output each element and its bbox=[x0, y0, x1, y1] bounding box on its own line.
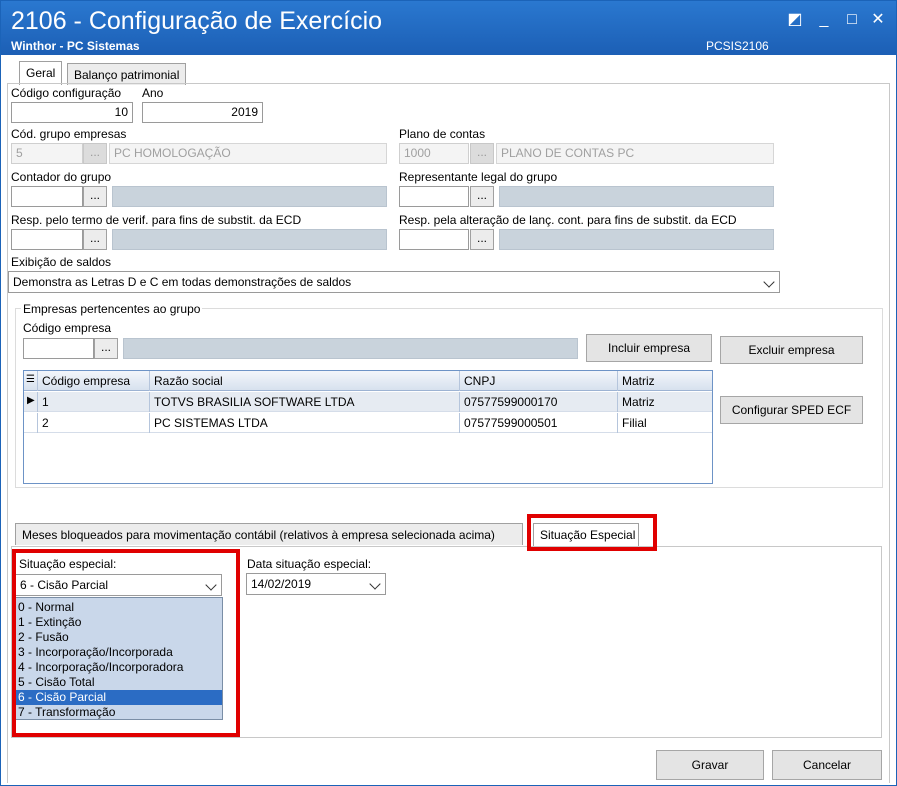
resp-alteracao-lookup-button[interactable]: ... bbox=[470, 229, 494, 250]
row-cnpj: 07577599000501 bbox=[460, 413, 618, 433]
codigo-config-label: Código configuração bbox=[11, 86, 122, 100]
grid-col-matriz[interactable]: Matriz bbox=[618, 371, 712, 391]
chevron-down-icon bbox=[369, 578, 381, 590]
exibicao-saldos-select[interactable]: Demonstra as Letras D e C em todas demon… bbox=[8, 271, 780, 293]
window-title: 2106 - Configuração de Exercício bbox=[11, 7, 383, 35]
resp-alteracao-input[interactable] bbox=[399, 229, 469, 250]
row-matriz: Matriz bbox=[622, 395, 655, 409]
grupo-empresas-code-input[interactable]: 5 bbox=[11, 143, 83, 164]
resp-termo-input[interactable] bbox=[11, 229, 83, 250]
grid-column-chooser-icon[interactable]: ☰ bbox=[24, 371, 38, 391]
data-situacao-value: 14/02/2019 bbox=[251, 577, 312, 591]
representante-legal-input[interactable] bbox=[399, 186, 469, 207]
close-icon[interactable]: ✕ bbox=[867, 9, 889, 31]
resp-termo-label: Resp. pelo termo de verif. para fins de … bbox=[11, 213, 302, 227]
codigo-empresa-name bbox=[123, 338, 578, 359]
maximize-icon[interactable]: □ bbox=[841, 9, 863, 31]
plano-contas-code-input[interactable]: 1000 bbox=[399, 143, 469, 164]
row-codigo: 1 bbox=[38, 392, 150, 412]
codigo-empresa-lookup-button[interactable]: ... bbox=[94, 338, 118, 359]
representante-legal-name bbox=[499, 186, 774, 207]
grupo-empresas-label: Cód. grupo empresas bbox=[11, 127, 127, 141]
contador-grupo-input[interactable] bbox=[11, 186, 83, 207]
row-razao: TOTVS BRASILIA SOFTWARE LTDA bbox=[150, 392, 460, 412]
cancelar-button[interactable]: Cancelar bbox=[772, 750, 882, 780]
exibicao-saldos-value: Demonstra as Letras D e C em todas demon… bbox=[13, 275, 352, 289]
grid-col-cnpj[interactable]: CNPJ bbox=[460, 371, 618, 391]
row-indicator-icon: ▶ bbox=[24, 392, 38, 412]
resp-alteracao-name bbox=[499, 229, 774, 250]
row-cnpj: 07577599000170 bbox=[460, 392, 618, 412]
contador-grupo-label: Contador do grupo bbox=[11, 170, 112, 184]
exibicao-saldos-label: Exibição de saldos bbox=[11, 255, 112, 269]
table-row[interactable]: ▶ 1 TOTVS BRASILIA SOFTWARE LTDA 0757759… bbox=[24, 392, 712, 412]
chevron-down-icon bbox=[763, 276, 775, 288]
minimize-icon[interactable]: _ bbox=[813, 9, 835, 31]
tab-geral[interactable]: Geral bbox=[19, 61, 63, 85]
empresas-group-title: Empresas pertencentes ao grupo bbox=[21, 302, 203, 316]
row-matriz: Filial bbox=[622, 416, 647, 430]
grid-col-codigo[interactable]: Código empresa bbox=[38, 371, 150, 391]
highlight-box-situacao bbox=[12, 549, 240, 737]
restore-icon[interactable]: ◩ bbox=[784, 9, 806, 31]
grupo-empresas-lookup-button[interactable]: ... bbox=[83, 143, 107, 164]
window-subtitle: Winthor - PC Sistemas bbox=[11, 39, 140, 53]
gravar-button[interactable]: Gravar bbox=[656, 750, 764, 780]
table-row[interactable]: 2 PC SISTEMAS LTDA 07577599000501 Filial bbox=[24, 413, 712, 433]
grupo-empresas-name: PC HOMOLOGAÇÃO bbox=[109, 143, 387, 164]
configurar-sped-ecf-button[interactable]: Configurar SPED ECF bbox=[720, 396, 863, 424]
tab-balanco-patrimonial[interactable]: Balanço patrimonial bbox=[67, 63, 187, 85]
codigo-empresa-label: Código empresa bbox=[23, 321, 112, 335]
row-codigo: 2 bbox=[38, 413, 150, 433]
empresas-grid: ☰ Código empresa Razão social CNPJ Matri… bbox=[23, 370, 713, 484]
plano-contas-name: PLANO DE CONTAS PC bbox=[496, 143, 774, 164]
tab-meses-bloqueados[interactable]: Meses bloqueados para movimentação contá… bbox=[15, 523, 523, 545]
excluir-empresa-button[interactable]: Excluir empresa bbox=[720, 336, 863, 364]
plano-contas-label: Plano de contas bbox=[399, 127, 486, 141]
main-window: 2106 - Configuração de Exercício Winthor… bbox=[0, 0, 897, 786]
codigo-empresa-input[interactable] bbox=[23, 338, 94, 359]
resp-termo-lookup-button[interactable]: ... bbox=[83, 229, 107, 250]
highlight-box-tab bbox=[527, 514, 657, 551]
plano-contas-lookup-button[interactable]: ... bbox=[470, 143, 494, 164]
row-indicator bbox=[24, 413, 38, 433]
representante-legal-lookup-button[interactable]: ... bbox=[470, 186, 494, 207]
tab-balanco-label: Balanço patrimonial bbox=[74, 68, 180, 82]
ano-input[interactable]: 2019 bbox=[142, 102, 263, 123]
contador-grupo-name bbox=[112, 186, 387, 207]
ano-label: Ano bbox=[142, 86, 164, 100]
data-situacao-label: Data situação especial: bbox=[247, 557, 372, 571]
tab-meses-label: Meses bloqueados para movimentação contá… bbox=[22, 528, 495, 542]
tab-geral-label: Geral bbox=[26, 66, 56, 80]
title-bar: 2106 - Configuração de Exercício Winthor… bbox=[1, 1, 896, 55]
incluir-empresa-button[interactable]: Incluir empresa bbox=[586, 334, 712, 362]
row-razao: PC SISTEMAS LTDA bbox=[150, 413, 460, 433]
data-situacao-picker[interactable]: 14/02/2019 bbox=[246, 573, 386, 595]
contador-grupo-lookup-button[interactable]: ... bbox=[83, 186, 107, 207]
representante-legal-label: Representante legal do grupo bbox=[399, 170, 558, 184]
codigo-config-input[interactable]: 10 bbox=[11, 102, 133, 123]
resp-alteracao-label: Resp. pela alteração de lanç. cont. para… bbox=[399, 213, 737, 227]
grid-header: ☰ Código empresa Razão social CNPJ Matri… bbox=[24, 371, 712, 391]
window-code: PCSIS2106 bbox=[706, 39, 769, 53]
grid-col-razao[interactable]: Razão social bbox=[150, 371, 460, 391]
resp-termo-name bbox=[112, 229, 387, 250]
